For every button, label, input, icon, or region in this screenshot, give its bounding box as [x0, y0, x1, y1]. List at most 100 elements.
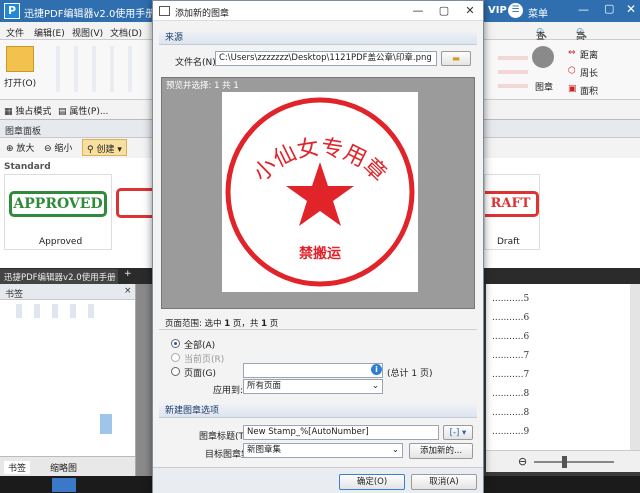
- tab-bookmarks[interactable]: 书签: [4, 461, 31, 474]
- dialog-title-bar: 添加新的图章 — ▢ ✕: [153, 1, 483, 21]
- apply-to-select[interactable]: 所有页面 ⌄: [243, 379, 383, 394]
- seal-bottom-text: 禁搬运: [299, 245, 341, 262]
- radio-pages-label[interactable]: 页面(G): [184, 366, 216, 379]
- menu-label[interactable]: 菜单: [528, 5, 548, 20]
- minimize-icon[interactable]: —: [411, 4, 425, 18]
- toc-line: ...........8: [492, 408, 530, 418]
- document-view-edge: [136, 284, 152, 476]
- file-path-input[interactable]: C:\Users\zzzzzzz\Desktop\1121PDF盖公章\印章.p…: [215, 51, 437, 66]
- app-logo-icon: P: [4, 3, 20, 19]
- info-icon[interactable]: i: [371, 364, 382, 375]
- dialog-title: 添加新的图章: [175, 9, 230, 19]
- divider: [159, 329, 477, 330]
- menu-icon[interactable]: ☰: [508, 3, 523, 18]
- radio-pages[interactable]: [171, 367, 180, 376]
- stamp-image[interactable]: 小仙女专用章 禁搬运: [222, 92, 418, 292]
- vertical-scrollbar[interactable]: [630, 284, 640, 450]
- toc-list: ...........5 ...........6 ...........6 .…: [492, 294, 632, 446]
- minimize-app-icon[interactable]: —: [578, 3, 589, 16]
- shape-tools-icons[interactable]: [498, 46, 528, 96]
- bookmark-header: 书签 ×: [0, 284, 135, 300]
- close-icon[interactable]: ✕: [463, 4, 477, 18]
- bookmark-title: 书签: [5, 290, 24, 300]
- perimeter-icon[interactable]: ⬡: [568, 66, 576, 76]
- properties-icon: ▤: [58, 107, 70, 117]
- perimeter-label[interactable]: 周长: [580, 66, 598, 79]
- target-collection-select[interactable]: 新图章集 ⌄: [243, 443, 403, 458]
- stamp-tool-icon[interactable]: [532, 46, 554, 68]
- stamp-icon: ⚲: [87, 145, 94, 155]
- toc-line: ...........7: [492, 370, 530, 380]
- approved-stamp-preview: APPROVED: [9, 191, 107, 217]
- bookmark-toolbar-icons[interactable]: [4, 304, 104, 318]
- vip-badge[interactable]: VIP: [488, 5, 507, 16]
- open-button-label[interactable]: 打开(O): [4, 76, 36, 89]
- maximize-app-icon[interactable]: ▢: [604, 2, 614, 15]
- cancel-button[interactable]: 取消(A): [411, 474, 477, 490]
- stamp-preview-area: 预览并选择: 1 共 1 小仙女专用章 禁搬运: [161, 77, 475, 309]
- zoom-out-icon: ⊖: [44, 144, 52, 154]
- ok-button[interactable]: 确定(O): [339, 474, 405, 490]
- toc-line: ...........6: [492, 313, 530, 323]
- stamp-tool-label[interactable]: 图章: [535, 80, 553, 93]
- bookmark-icon: [100, 414, 112, 434]
- app-title: 迅捷PDF编辑器v2.0使用手册: [24, 9, 156, 20]
- stamp-item-partial[interactable]: [116, 188, 152, 218]
- stamp-item-approved[interactable]: APPROVED Approved: [4, 174, 112, 250]
- browse-button[interactable]: ▬: [441, 51, 471, 66]
- stamp-item-draft[interactable]: RAFT Draft: [484, 174, 540, 250]
- zoom-out-button[interactable]: ⊖ 缩小: [44, 141, 72, 154]
- source-group-header: 来源: [159, 31, 477, 45]
- document-page[interactable]: ...........5 ...........6 ...........6 .…: [486, 284, 640, 450]
- menu-view[interactable]: 视图(V): [72, 26, 103, 39]
- open-folder-icon[interactable]: [6, 46, 34, 72]
- new-stamp-group-header: 新建图章选项: [159, 404, 477, 418]
- area-label[interactable]: 面积: [580, 84, 598, 97]
- toc-line: ...........9: [492, 427, 530, 437]
- radio-current-page[interactable]: [171, 353, 180, 362]
- apply-to-label: 应用到:: [213, 386, 244, 396]
- stamp-label: Approved: [39, 237, 83, 247]
- tab-thumbnails[interactable]: 缩略图: [50, 461, 77, 474]
- close-app-icon[interactable]: ✕: [626, 2, 636, 16]
- dialog-footer: 确定(O) 取消(A): [153, 467, 483, 493]
- exclusive-mode-button[interactable]: ▦ 独占模式: [4, 104, 51, 117]
- chevron-down-icon: ⌄: [391, 445, 399, 455]
- stamp-panel-title: 图章面板: [5, 127, 42, 137]
- insert-macro-button[interactable]: [-] ▾: [443, 425, 473, 440]
- status-bar: ⊖: [486, 450, 640, 472]
- zoom-in-button[interactable]: ⊕ 放大: [6, 141, 34, 154]
- total-pages-note: (总计 1 页): [387, 369, 433, 379]
- menu-edit[interactable]: 编辑(E): [34, 26, 65, 39]
- distance-label[interactable]: 距离: [580, 48, 598, 61]
- radio-all-label[interactable]: 全部(A): [184, 338, 215, 351]
- quick-tools-icons[interactable]: [42, 46, 142, 92]
- zoom-slider-handle[interactable]: [562, 456, 567, 468]
- create-stamp-button[interactable]: ⚲ 创建 ▾: [82, 139, 127, 156]
- add-new-collection-button[interactable]: 添加新的...: [409, 443, 473, 459]
- zoom-in-icon: ⊕: [6, 144, 14, 154]
- page-range-summary: 页面范围: 选中 1 页，共 1 页: [165, 319, 279, 329]
- zoom-out-icon[interactable]: ⊖: [518, 455, 527, 468]
- zoom-slider[interactable]: [534, 461, 614, 463]
- file-name-label: 文件名(N):: [175, 58, 219, 68]
- close-icon[interactable]: ×: [124, 286, 132, 296]
- taskbar-app-icon[interactable]: [52, 478, 76, 492]
- pages-input[interactable]: [243, 363, 383, 378]
- menu-file[interactable]: 文件: [6, 26, 24, 39]
- properties-button[interactable]: ▤ 属性(P)...: [58, 104, 108, 117]
- maximize-icon[interactable]: ▢: [437, 4, 451, 18]
- radio-current-label[interactable]: 当前页(R): [184, 352, 224, 365]
- distance-icon[interactable]: ⇔: [568, 48, 576, 58]
- folder-icon: ▬: [451, 54, 461, 64]
- add-tab-icon[interactable]: +: [124, 269, 132, 279]
- document-tab[interactable]: 迅捷PDF编辑器v2.0使用手册: [0, 269, 118, 284]
- radio-all[interactable]: [171, 339, 180, 348]
- seal-star-icon: [286, 162, 354, 226]
- dialog-window-icon: [159, 6, 170, 16]
- stamp-title-input[interactable]: New Stamp_%[AutoNumber]: [243, 425, 439, 440]
- area-icon[interactable]: ▣: [568, 84, 577, 94]
- menu-document[interactable]: 文档(D): [110, 26, 142, 39]
- toc-line: ...........5: [492, 294, 530, 304]
- stamp-category: Standard: [4, 162, 51, 172]
